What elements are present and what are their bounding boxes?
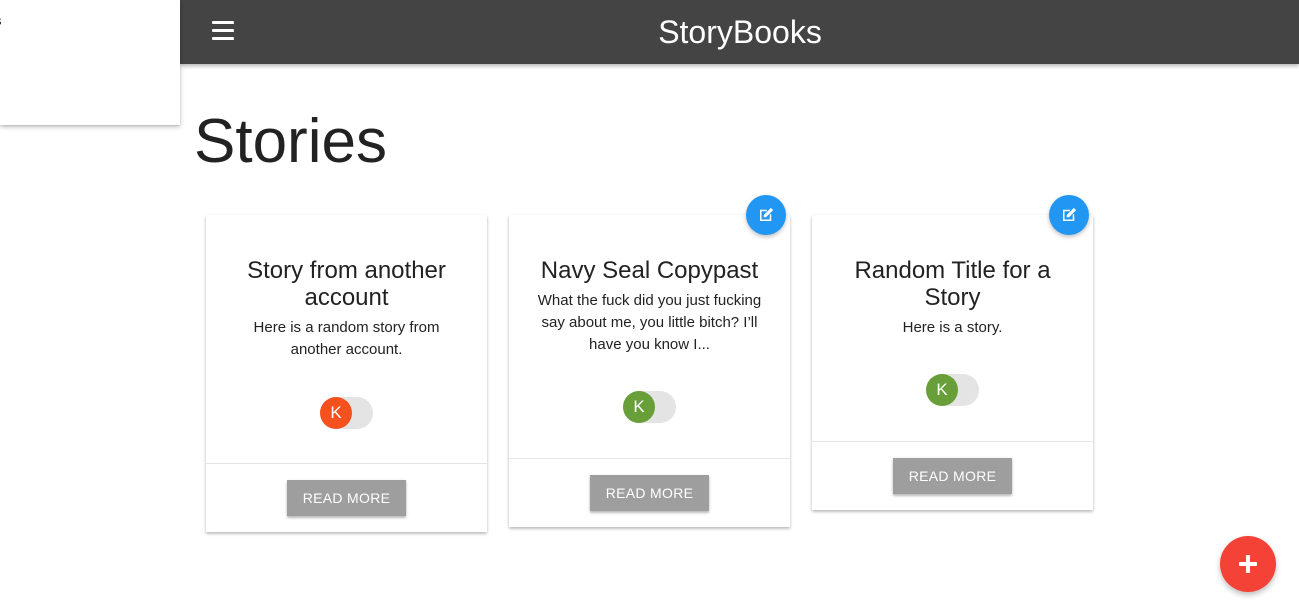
card-action: READ MORE	[206, 463, 487, 532]
avatar: K	[320, 397, 352, 429]
read-more-button[interactable]: READ MORE	[893, 458, 1012, 494]
card-content: Story from another account Here is a ran…	[206, 215, 487, 449]
story-title: Story from another account	[247, 257, 446, 311]
card-content: Navy Seal Copypast What the fuck did you…	[509, 215, 790, 356]
card-action: READ MORE	[812, 441, 1093, 510]
page-title: Stories	[194, 107, 387, 176]
story-title: Random Title for a Story	[854, 257, 1051, 311]
author-chip[interactable]: K	[320, 397, 373, 429]
avatar: K	[926, 374, 958, 406]
author-chip[interactable]: K	[926, 374, 979, 406]
read-more-button[interactable]: READ MORE	[287, 480, 406, 516]
author-chip[interactable]: K	[623, 391, 676, 423]
story-title: Navy Seal Copypast	[540, 257, 759, 284]
read-more-button[interactable]: READ MORE	[590, 475, 709, 511]
story-excerpt: Here is a story.	[902, 319, 1003, 336]
avatar: K	[623, 391, 655, 423]
brand-link[interactable]: StoryBooks	[656, 14, 822, 50]
story-card: Story from another account Here is a ran…	[206, 215, 487, 532]
brand-logo: StoryBooks	[180, 13, 1299, 51]
story-excerpt: Here is a random story from another acco…	[253, 319, 440, 358]
add-icon	[1236, 552, 1260, 576]
page: s StoryBooks Stories Story from another …	[0, 0, 1299, 614]
story-card: Random Title for a Story Here is a story…	[812, 195, 1093, 510]
add-story-button[interactable]	[1220, 536, 1276, 592]
card-content: Random Title for a Story Here is a story…	[812, 215, 1093, 339]
sidenav-item[interactable]: s	[0, 13, 2, 28]
sidenav: s	[0, 0, 180, 125]
navbar: StoryBooks	[180, 0, 1299, 64]
story-card: Navy Seal Copypast What the fuck did you…	[509, 195, 790, 527]
story-excerpt: What the fuck did you just fucking say a…	[537, 292, 762, 353]
card-action: READ MORE	[509, 458, 790, 527]
